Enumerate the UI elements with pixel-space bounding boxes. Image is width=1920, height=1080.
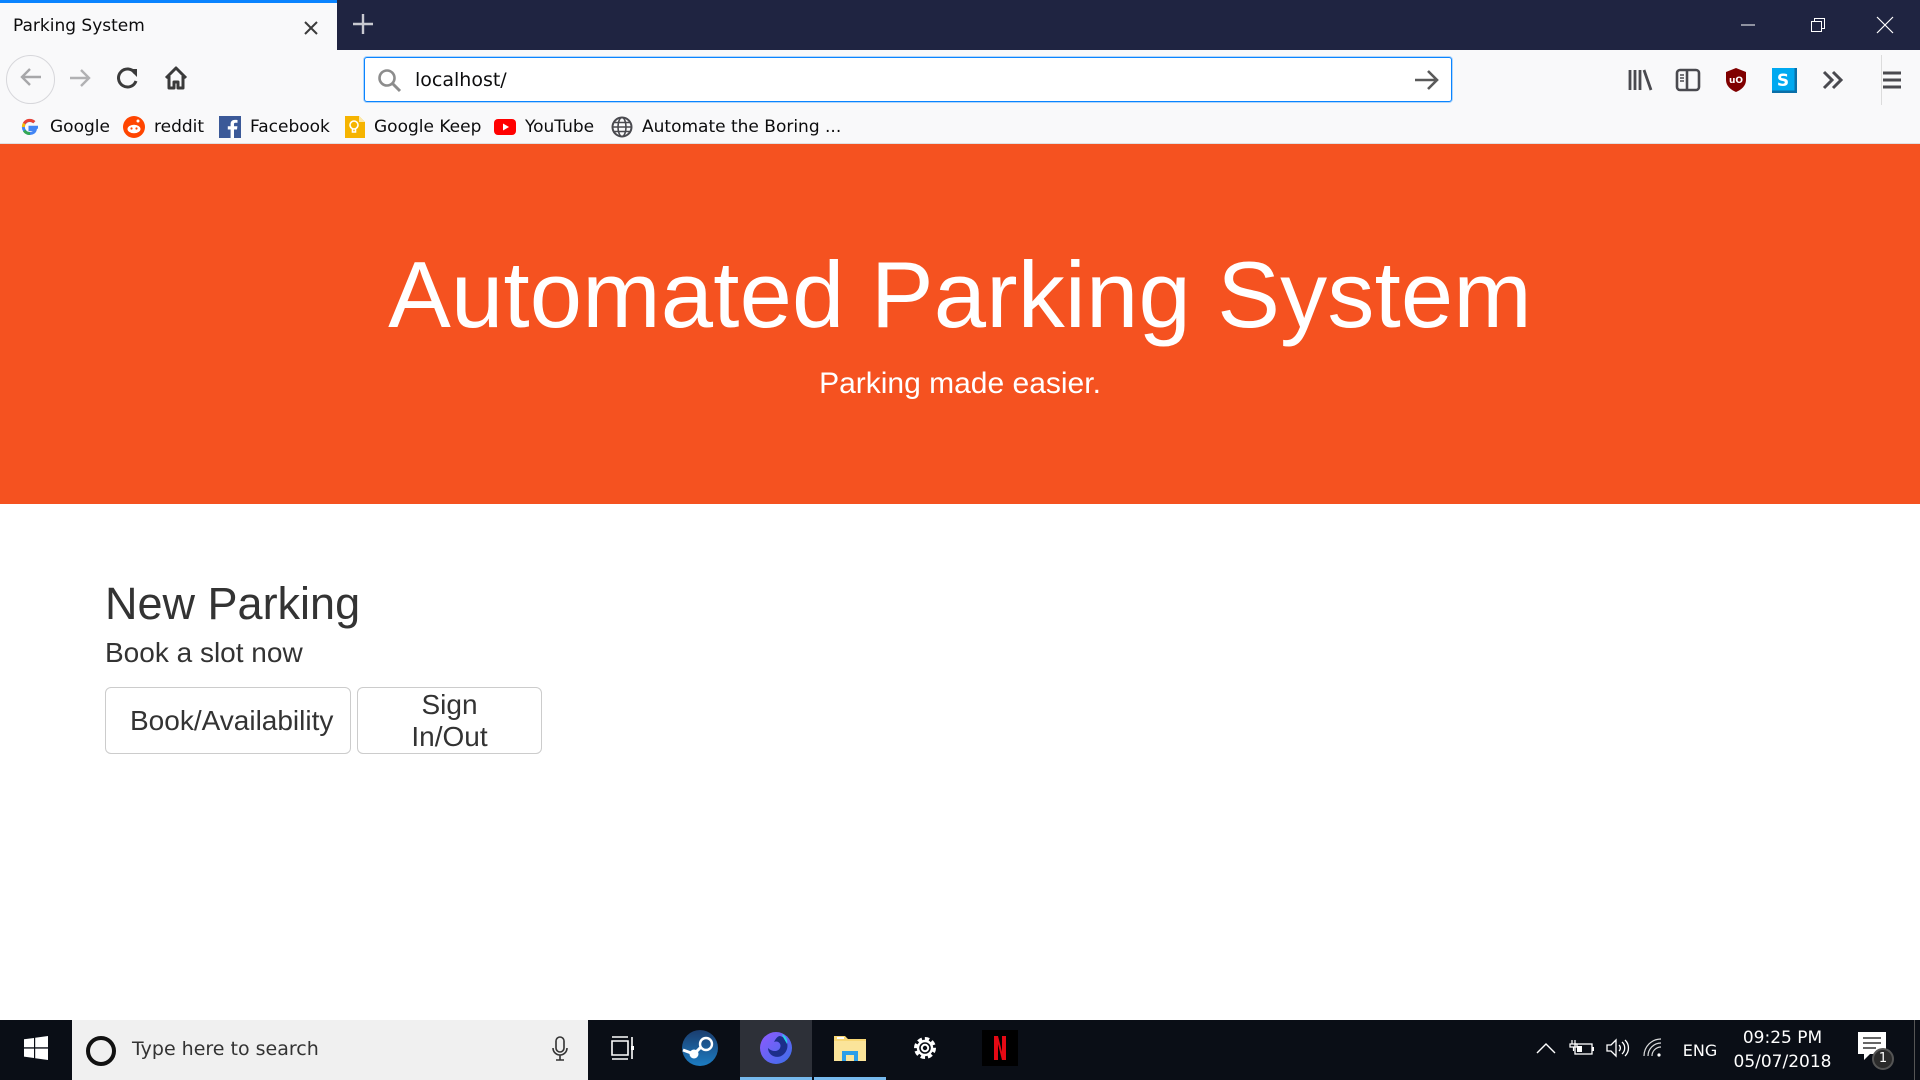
section-subtitle: Book a slot now (105, 637, 303, 668)
globe-icon (611, 116, 633, 138)
notification-count-badge: 1 (1872, 1048, 1894, 1070)
hero-banner: Automated Parking System Parking made ea… (0, 144, 1920, 504)
windows-logo-icon (24, 1035, 48, 1065)
settings-icon (910, 1033, 940, 1068)
sidebar-icon[interactable] (1668, 60, 1708, 100)
taskbar-app-firefox-nightly[interactable] (740, 1020, 812, 1080)
svg-text:uO: uO (1729, 76, 1743, 86)
speaker-icon (1605, 1037, 1631, 1063)
restore-icon[interactable] (1783, 0, 1853, 50)
bookmark-label: YouTube (525, 117, 595, 137)
netflix-icon (982, 1029, 1018, 1071)
taskbar-app-settings[interactable] (889, 1020, 961, 1080)
steam-icon (681, 1029, 719, 1072)
taskbar: Type here to search ENG 09:25 PM 05/07/2… (0, 1020, 1920, 1080)
close-icon[interactable] (300, 17, 322, 39)
firefox-nightly-icon (758, 1030, 794, 1071)
svg-text:S: S (1777, 71, 1789, 91)
new-parking-section: New Parking Book a slot now Book/Availab… (105, 575, 542, 754)
bookmark-facebook[interactable]: Facebook (219, 113, 330, 141)
forward-button[interactable] (60, 60, 100, 100)
chevron-up-icon (1536, 1041, 1556, 1059)
reddit-icon (123, 116, 145, 138)
section-title: New Parking (105, 578, 361, 629)
bookmark-automate-the-boring[interactable]: Automate the Boring ... (611, 113, 841, 141)
url-bar[interactable] (364, 57, 1452, 102)
hero-title: Automated Parking System (388, 242, 1532, 347)
bookmark-label: Google (50, 117, 110, 137)
battery-status-button[interactable] (1566, 1020, 1598, 1080)
network-button[interactable] (1638, 1020, 1670, 1080)
skype-extension-icon[interactable]: S (1764, 60, 1804, 100)
tab-parking-system[interactable]: Parking System (0, 0, 337, 50)
bookmark-label: Automate the Boring ... (642, 117, 842, 137)
book-availability-button[interactable]: Book/Availability (105, 687, 351, 754)
bookmark-youtube[interactable]: YouTube (494, 113, 594, 141)
nav-toolbar: uO S (0, 50, 1920, 110)
arrow-left-icon (18, 64, 44, 95)
file-explorer-icon (833, 1033, 867, 1068)
google-icon (19, 116, 41, 138)
taskbar-search-box[interactable]: Type here to search (72, 1020, 588, 1080)
bookmark-google-keep[interactable]: Google Keep (343, 113, 481, 141)
home-icon (163, 65, 189, 96)
google-keep-icon (343, 116, 365, 138)
input-language-button[interactable]: ENG (1676, 1020, 1724, 1080)
wifi-icon (1642, 1037, 1666, 1063)
tab-strip: Parking System (0, 0, 1920, 50)
volume-button[interactable] (1602, 1020, 1634, 1080)
bookmark-google[interactable]: Google (19, 113, 110, 141)
hamburger-menu-icon[interactable] (1872, 60, 1912, 100)
bookmark-label: reddit (154, 117, 205, 137)
youtube-icon (494, 116, 516, 138)
bookmark-reddit[interactable]: reddit (123, 113, 204, 141)
ublock-origin-icon[interactable]: uO (1716, 60, 1756, 100)
bookmarks-toolbar: Google reddit Facebook Google Keep YouTu… (0, 110, 1920, 144)
task-view-icon (611, 1035, 637, 1065)
close-icon[interactable] (1850, 0, 1920, 50)
taskbar-app-netflix[interactable] (964, 1020, 1036, 1080)
go-arrow-icon[interactable] (1413, 67, 1441, 98)
bookmark-label: Google Keep (374, 117, 482, 137)
facebook-icon (219, 116, 241, 138)
overflow-chevrons-icon[interactable] (1813, 60, 1853, 100)
tab-title: Parking System (13, 16, 145, 36)
clock-date: 05/07/2018 (1733, 1052, 1832, 1072)
show-desktop-button[interactable] (1914, 1020, 1920, 1080)
minimize-icon[interactable] (1713, 0, 1783, 50)
input-language: ENG (1682, 1040, 1718, 1060)
bookmark-label: Facebook (250, 117, 330, 137)
taskbar-app-file-explorer[interactable] (814, 1020, 886, 1080)
reload-button[interactable] (108, 60, 148, 100)
battery-charging-icon (1569, 1039, 1595, 1062)
hero-subtitle: Parking made easier. (819, 367, 1101, 400)
sign-in-out-button[interactable]: Sign In/Out (357, 687, 542, 754)
reload-icon (115, 65, 141, 96)
library-icon[interactable] (1620, 60, 1660, 100)
clock[interactable]: 09:25 PM 05/07/2018 (1730, 1026, 1835, 1074)
button-group: Book/Availability Sign In/Out (105, 687, 542, 754)
microphone-icon[interactable] (552, 1036, 568, 1067)
clock-time: 09:25 PM (1742, 1028, 1823, 1048)
task-view-button[interactable] (588, 1020, 660, 1080)
start-button[interactable] (0, 1020, 72, 1080)
taskbar-search-placeholder: Type here to search (132, 1038, 319, 1060)
cortana-icon (86, 1036, 116, 1066)
action-center-button[interactable]: 1 (1850, 1028, 1900, 1074)
taskbar-app-steam[interactable] (664, 1020, 736, 1080)
home-button[interactable] (156, 60, 196, 100)
back-button[interactable] (6, 55, 55, 104)
plus-icon[interactable] (348, 9, 378, 39)
url-input[interactable] (415, 69, 1315, 91)
show-hidden-icons-button[interactable] (1530, 1020, 1562, 1080)
arrow-right-icon (67, 65, 93, 96)
search-icon (377, 68, 403, 99)
